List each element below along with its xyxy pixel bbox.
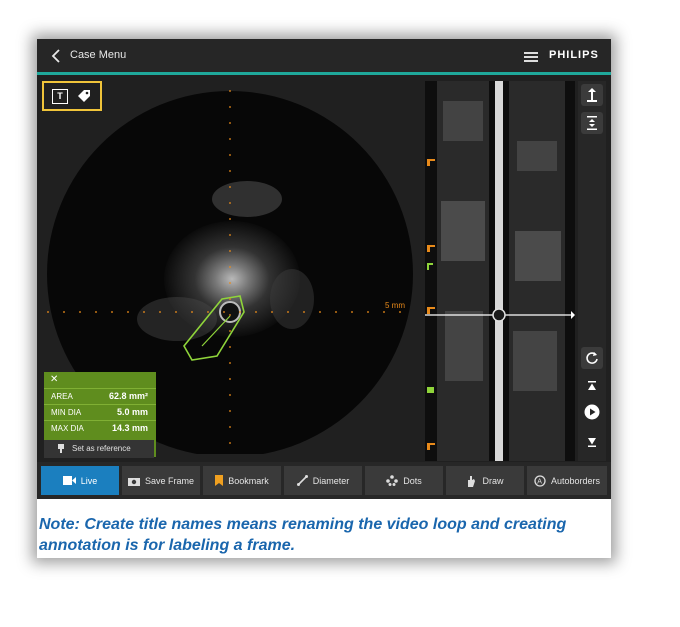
measurement-value: 62.8 mm² — [108, 391, 148, 401]
play-button[interactable] — [581, 403, 603, 421]
live-button[interactable]: Live — [41, 466, 119, 495]
case-menu-link[interactable]: Case Menu — [70, 49, 126, 61]
pin-icon — [58, 444, 64, 453]
bookmark-icon — [215, 475, 224, 486]
top-bar: Case Menu PHILIPS — [37, 39, 611, 75]
move-vertical-icon — [587, 88, 597, 102]
annotation-tool-button[interactable] — [74, 87, 94, 105]
refresh-button[interactable] — [581, 347, 603, 369]
vertical-measure-icon — [587, 116, 597, 130]
annotation-tools-highlight: T — [42, 81, 102, 111]
set-as-reference-label: Set as reference — [72, 444, 131, 453]
set-as-reference-button[interactable]: Set as reference — [44, 440, 154, 458]
measurement-value: 5.0 mm — [116, 407, 148, 417]
dots-button[interactable]: Dots — [365, 466, 443, 495]
measurement-value: 14.3 mm — [111, 423, 148, 433]
side-toolbar — [578, 81, 606, 461]
draw-button[interactable]: Draw — [446, 466, 524, 495]
measurement-label: MAX DIA — [51, 424, 84, 433]
bottom-toolbar: Live Save Frame Bookmark Diameter Dots D… — [37, 462, 611, 499]
brand-logo: PHILIPS — [549, 49, 599, 61]
measurement-row: MIN DIA 5.0 mm — [44, 404, 156, 420]
bookmark-button[interactable]: Bookmark — [203, 466, 281, 495]
caption-note: Note: Create title names means renaming … — [39, 516, 567, 554]
diameter-button[interactable]: Diameter — [284, 466, 362, 495]
autoborders-label: Autoborders — [550, 475, 601, 486]
skip-up-icon — [588, 381, 596, 390]
refresh-icon — [586, 352, 598, 364]
skip-bottom-button[interactable] — [581, 433, 603, 451]
close-icon[interactable]: ✕ — [50, 374, 58, 385]
save-frame-button[interactable]: Save Frame — [122, 466, 200, 495]
diameter-label: Diameter — [312, 475, 350, 486]
dots-icon — [386, 475, 399, 486]
measurement-row: MAX DIA 14.3 mm — [44, 420, 156, 436]
draw-hand-icon — [468, 475, 476, 487]
svg-text:A: A — [537, 478, 542, 485]
camera-icon — [127, 477, 140, 486]
title-icon: T — [52, 88, 68, 104]
skip-down-icon — [588, 438, 596, 447]
skip-top-button[interactable] — [581, 377, 603, 395]
autoborders-icon: A — [534, 474, 546, 487]
ivus-app: Case Menu PHILIPS 5 mm T ✕ AREA 62.8 mm²… — [37, 39, 611, 499]
screenshot-frame: Case Menu PHILIPS 5 mm T ✕ AREA 62.8 mm²… — [37, 39, 611, 558]
draw-label: Draw — [482, 475, 504, 486]
hamburger-menu-icon[interactable] — [524, 51, 538, 63]
move-button[interactable] — [581, 84, 603, 106]
autoborders-button[interactable]: A Autoborders — [527, 466, 607, 495]
dots-label: Dots — [403, 475, 422, 486]
ilong-longitudinal-view[interactable] — [425, 81, 575, 461]
measurement-label: MIN DIA — [51, 408, 82, 417]
save-frame-label: Save Frame — [144, 475, 195, 486]
live-label: Live — [80, 475, 98, 486]
tag-icon — [78, 90, 90, 102]
measure-length-button[interactable] — [581, 112, 603, 134]
ruler-icon — [296, 475, 308, 486]
measurement-label: AREA — [51, 392, 73, 401]
scale-label: 5 mm — [385, 301, 405, 310]
title-tool-button[interactable]: T — [50, 87, 70, 105]
chevron-left-icon[interactable] — [49, 48, 65, 64]
play-icon — [584, 404, 600, 420]
video-camera-icon — [62, 476, 76, 485]
measurement-row: AREA 62.8 mm² — [44, 388, 156, 404]
bookmark-label: Bookmark — [228, 475, 269, 486]
